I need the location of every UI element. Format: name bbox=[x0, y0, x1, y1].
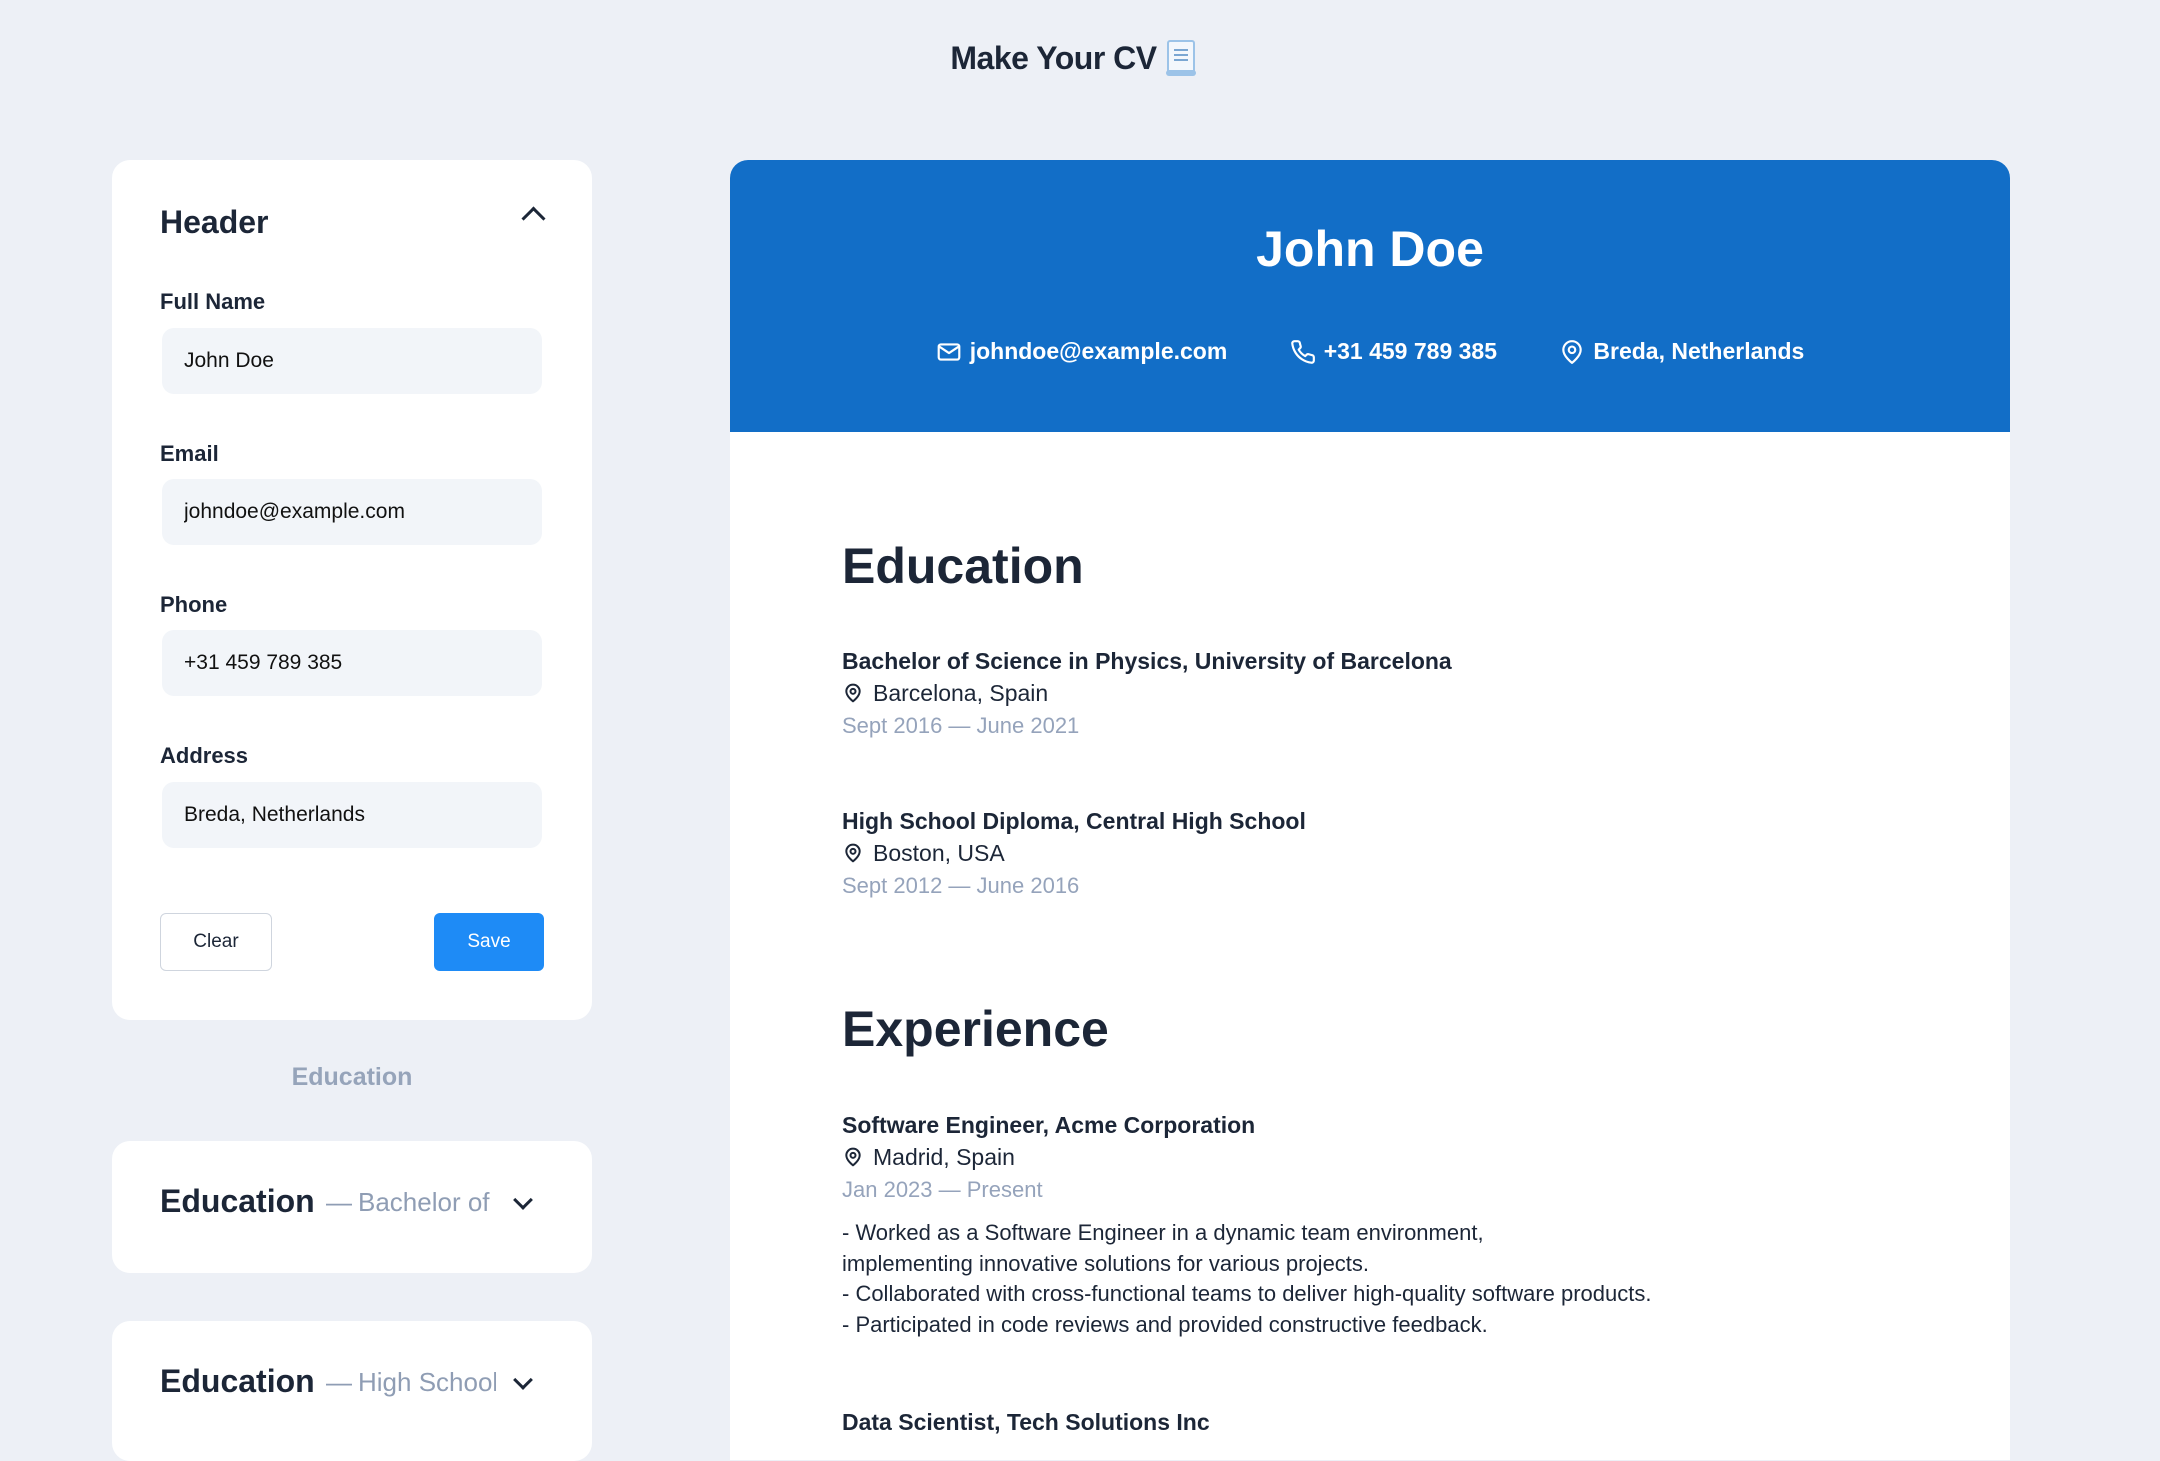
education-item-subtitle: —Bachelor of Science in Physics bbox=[326, 1187, 496, 1218]
entry-dates: Sept 2012 — June 2016 bbox=[842, 873, 1080, 898]
cv-education-heading: Education bbox=[842, 538, 1084, 594]
chevron-up-icon[interactable] bbox=[521, 206, 546, 231]
map-pin-icon bbox=[1562, 339, 1583, 364]
cv-education-entry: High School Diploma, Central High School… bbox=[842, 806, 1922, 902]
entry-location: Madrid, Spain bbox=[842, 1140, 1922, 1174]
header-form-card: Header Full Name Email Phone Address Cle… bbox=[112, 160, 592, 1020]
address-label: Address bbox=[160, 743, 249, 768]
entry-description: - Worked as a Software Engineer in a dyn… bbox=[842, 1220, 1652, 1337]
education-item-title: Education bbox=[160, 1183, 315, 1219]
education-section-label: Education bbox=[291, 1063, 413, 1091]
app-title-text: Make Your CV bbox=[950, 40, 1157, 76]
cv-address: Breda, Netherlands bbox=[1559, 338, 1804, 365]
document-icon bbox=[1165, 40, 1196, 76]
phone-label: Phone bbox=[160, 592, 228, 617]
entry-location: Boston, USA bbox=[842, 836, 1922, 870]
cv-experience-heading: Experience bbox=[842, 1001, 1109, 1057]
cv-phone-text: +31 459 789 385 bbox=[1323, 338, 1497, 364]
cv-experience-entry: Data Scientist, Tech Solutions Inc bbox=[842, 1407, 1922, 1437]
clear-button[interactable]: Clear bbox=[160, 913, 272, 971]
header-form-title: Header bbox=[160, 204, 269, 240]
map-pin-icon bbox=[845, 683, 861, 703]
entry-dates: Jan 2023 — Present bbox=[842, 1177, 1043, 1202]
map-pin-icon bbox=[845, 843, 861, 863]
cv-education-entry: Bachelor of Science in Physics, Universi… bbox=[842, 646, 1922, 742]
chevron-down-icon[interactable] bbox=[513, 1370, 533, 1390]
email-input[interactable] bbox=[162, 479, 542, 545]
mail-icon bbox=[937, 342, 961, 361]
cv-address-text: Breda, Netherlands bbox=[1593, 338, 1805, 364]
cv-contacts: johndoe@example.com +31 459 789 385 Bred… bbox=[730, 338, 2010, 371]
cv-experience-entry: Software Engineer, Acme Corporation Madr… bbox=[842, 1110, 1922, 1340]
cv-email-text: johndoe@example.com bbox=[969, 338, 1228, 364]
education-item-separator: — bbox=[326, 1367, 352, 1397]
entry-title: Bachelor of Science in Physics, Universi… bbox=[842, 648, 1452, 674]
education-item-subtitle: —High School Diploma bbox=[326, 1367, 496, 1398]
entry-title: Software Engineer, Acme Corporation bbox=[842, 1112, 1256, 1138]
phone-icon bbox=[1290, 339, 1315, 364]
entry-location: Barcelona, Spain bbox=[842, 676, 1922, 710]
app-title: Make Your CV bbox=[0, 40, 2145, 77]
education-item-subtitle-text: Bachelor of Science in Physics bbox=[358, 1187, 496, 1217]
phone-input[interactable] bbox=[162, 630, 542, 696]
chevron-down-icon[interactable] bbox=[513, 1190, 533, 1210]
entry-location-text: Madrid, Spain bbox=[873, 1144, 1015, 1170]
education-item-separator: — bbox=[326, 1187, 352, 1217]
cv-phone: +31 459 789 385 bbox=[1290, 338, 1497, 365]
entry-title: Data Scientist, Tech Solutions Inc bbox=[842, 1409, 1210, 1435]
entry-location-text: Barcelona, Spain bbox=[873, 680, 1049, 706]
map-pin-icon bbox=[845, 1147, 861, 1167]
full-name-input[interactable] bbox=[162, 328, 542, 394]
entry-location-text: Boston, USA bbox=[873, 840, 1005, 866]
cv-name: John Doe bbox=[1256, 221, 1484, 277]
education-item-title: Education bbox=[160, 1363, 315, 1399]
email-label: Email bbox=[160, 441, 219, 466]
entry-dates: Sept 2016 — June 2021 bbox=[842, 713, 1080, 738]
entry-title: High School Diploma, Central High School bbox=[842, 808, 1306, 834]
cv-email: johndoe@example.com bbox=[936, 338, 1228, 365]
cv-header: John Doe johndoe@example.com +31 459 789… bbox=[730, 160, 2010, 432]
education-item-subtitle-text: High School Diploma bbox=[358, 1367, 496, 1397]
full-name-label: Full Name bbox=[160, 289, 266, 314]
education-item-card[interactable]: Education —High School Diploma bbox=[112, 1321, 592, 1461]
save-button[interactable]: Save bbox=[434, 913, 544, 971]
address-input[interactable] bbox=[162, 782, 542, 848]
cv-preview: John Doe johndoe@example.com +31 459 789… bbox=[730, 160, 2010, 1460]
education-item-card[interactable]: Education —Bachelor of Science in Physic… bbox=[112, 1141, 592, 1273]
